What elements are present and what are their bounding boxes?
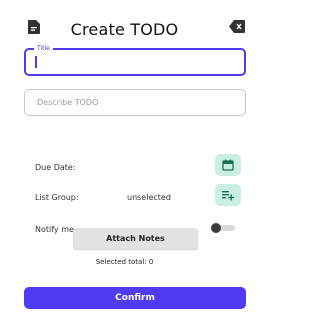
list-group-value: unselected [127, 193, 171, 202]
description-placeholder: Describe TODO [37, 98, 99, 107]
app-header: Create TODO [0, 0, 249, 48]
title-input[interactable]: Title [24, 44, 246, 76]
playlist-add-icon [222, 191, 234, 201]
list-group-label: List Group: [35, 193, 79, 202]
title-field-label: Title [34, 44, 53, 53]
toggle-knob [211, 223, 221, 233]
due-date-button[interactable] [215, 154, 241, 176]
due-date-label: Due Date: [35, 163, 76, 172]
notify-label: Notify me: [35, 225, 77, 234]
description-input[interactable]: Describe TODO [24, 89, 246, 116]
notify-toggle[interactable] [211, 223, 237, 233]
page-title: Create TODO [70, 20, 179, 39]
list-group-button[interactable] [215, 184, 241, 206]
backspace-icon[interactable] [229, 20, 245, 33]
text-caret [35, 56, 37, 68]
selected-total-text: Selected total: 0 [95, 258, 154, 266]
confirm-button[interactable]: Confirm [24, 287, 246, 309]
calendar-icon [222, 159, 234, 171]
attach-notes-button[interactable]: Attach Notes [73, 228, 198, 249]
